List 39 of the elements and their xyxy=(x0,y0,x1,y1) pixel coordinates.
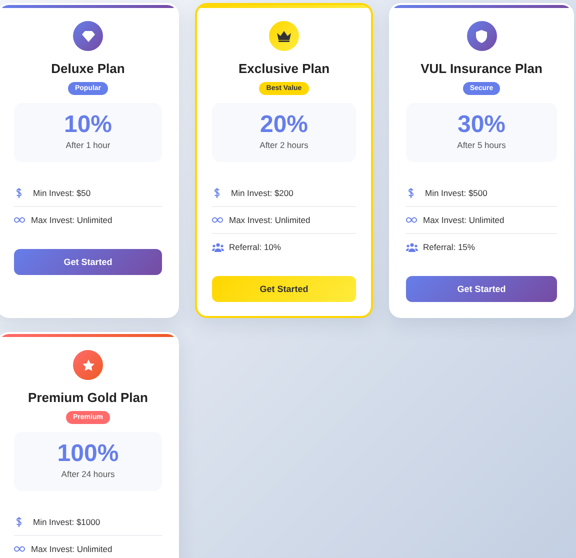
return-rate: 10% xyxy=(64,113,112,137)
feature-text: Min Invest: $1000 xyxy=(33,517,100,527)
dollar-icon xyxy=(16,188,22,198)
dollar-icon xyxy=(214,188,220,198)
users-icon xyxy=(212,242,226,252)
return-rate: 20% xyxy=(260,113,308,137)
feature-text: Min Invest: $500 xyxy=(425,188,488,198)
feature-text: Max Invest: Unlimited xyxy=(31,215,112,225)
get-started-button[interactable]: Get Started xyxy=(14,249,162,275)
return-rate: 30% xyxy=(457,113,506,137)
infinity-icon xyxy=(212,217,226,223)
feature-text: Referral: 15% xyxy=(423,242,475,252)
shield-icon xyxy=(476,30,487,42)
get-started-button[interactable]: Get Started xyxy=(406,276,557,302)
users-icon xyxy=(406,242,420,252)
return-period: After 2 hours xyxy=(260,140,308,150)
feature-text: Referral: 10% xyxy=(229,242,281,252)
infinity-icon xyxy=(406,217,420,223)
return-period: After 1 hour xyxy=(66,140,110,150)
plan-title: Premium Gold Plan xyxy=(28,390,148,405)
dollar-icon xyxy=(408,188,414,198)
return-period: After 5 hours xyxy=(457,140,506,150)
plan-title: Exclusive Plan xyxy=(238,61,330,76)
crown-icon xyxy=(277,30,291,42)
feature-text: Min Invest: $50 xyxy=(33,188,91,198)
feature-text: Max Invest: Unlimited xyxy=(31,544,112,554)
return-rate: 100% xyxy=(57,442,119,466)
get-started-button[interactable]: Get Started xyxy=(212,276,356,302)
diamond-icon xyxy=(82,30,94,42)
plan-title: VUL Insurance Plan xyxy=(420,61,542,76)
infinity-icon xyxy=(14,546,28,552)
infinity-icon xyxy=(14,217,28,223)
plan-title: Deluxe Plan xyxy=(51,61,125,76)
feature-text: Min Invest: $200 xyxy=(231,188,294,198)
dollar-icon xyxy=(16,517,22,527)
feature-text: Max Invest: Unlimited xyxy=(229,215,310,225)
star-icon xyxy=(82,358,94,372)
return-period: After 24 hours xyxy=(61,469,115,479)
feature-text: Max Invest: Unlimited xyxy=(423,215,504,225)
